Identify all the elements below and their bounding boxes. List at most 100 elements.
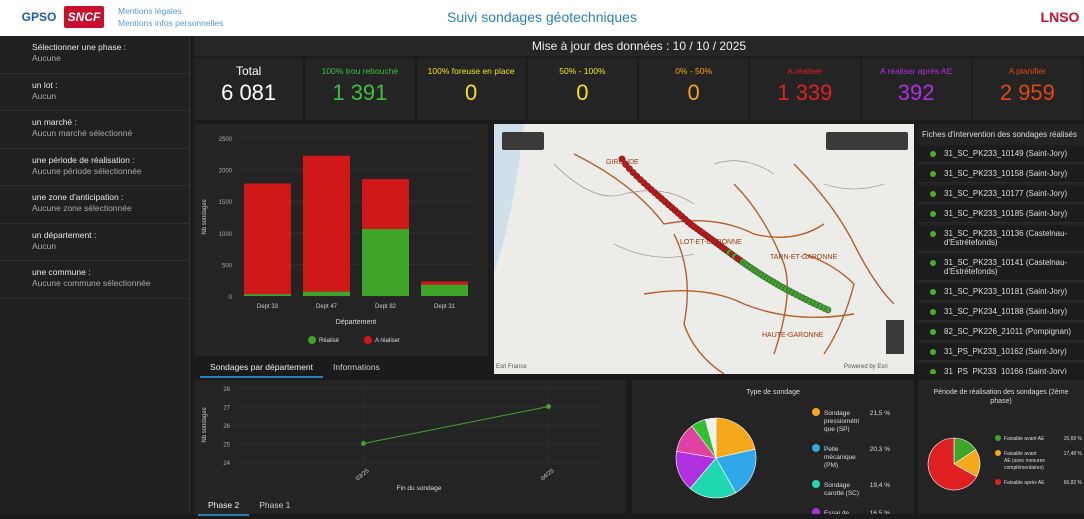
fiche-label: 31_PS_PK233_10162 (Saint-Jory) <box>944 347 1067 356</box>
legend-label: Faisable avant AE <box>1004 436 1045 442</box>
kpi-label: A réaliser <box>750 64 859 78</box>
fiche-item[interactable]: 31_SC_PK233_10141 (Castelnau-d'Estrétefo… <box>918 254 1084 281</box>
fiche-item[interactable]: 31_SC_PK233_10181 (Saint-Jory) <box>918 283 1084 301</box>
status-dot-icon <box>930 369 936 374</box>
bar-a-réaliser <box>421 281 468 284</box>
x-tick-label: Dept 47 <box>316 304 338 310</box>
tab-phase-1[interactable]: Phase 1 <box>249 496 300 516</box>
tab-informations[interactable]: Informations <box>323 358 390 378</box>
legend-value: 17,48 % <box>1064 451 1083 457</box>
kpi-value: 1 391 <box>305 80 414 106</box>
kpi-value: 1 339 <box>750 80 859 106</box>
filter-value[interactable]: Aucune zone sélectionnée <box>32 203 183 213</box>
legend-value: 19,4 % <box>870 482 890 489</box>
filter-value[interactable]: Aucune <box>32 53 183 63</box>
kpi-label: 50% - 100% <box>528 64 637 78</box>
filter-2[interactable]: un marché : Aucun marché sélectionné <box>0 111 189 149</box>
map-canvas[interactable]: GIRONDE LOT-ET-GARONNE TARN-ET-GARONNE H… <box>494 124 914 374</box>
update-banner: Mise à jour des données : 10 / 10 / 2025 <box>194 36 1084 56</box>
fiche-item[interactable]: 31_SC_PK233_10149 (Saint-Jory) <box>918 145 1084 163</box>
y-tick-label: 500 <box>222 263 233 269</box>
status-dot-icon <box>930 349 936 355</box>
filter-value[interactable]: Aucun <box>32 91 183 101</box>
filter-4[interactable]: une zone d'anticipation : Aucune zone sél… <box>0 186 189 224</box>
survey-point[interactable] <box>619 156 625 162</box>
fiche-label: 31_SC_PK234_10188 (Saint-Jory) <box>944 307 1067 316</box>
filter-value[interactable]: Aucun <box>32 241 183 251</box>
survey-point[interactable] <box>825 307 831 313</box>
filter-1[interactable]: un lot : Aucun <box>0 74 189 112</box>
status-dot-icon <box>930 260 936 266</box>
status-dot-icon <box>930 191 936 197</box>
kpi-label: 100% foreuse en place <box>417 64 526 78</box>
bar-réalisé <box>303 292 350 296</box>
filter-label: un département : <box>32 230 183 240</box>
filter-6[interactable]: une commune : Aucune commune sélectionnée <box>0 261 189 299</box>
kpi-value: 392 <box>862 80 971 106</box>
filter-3[interactable]: une période de réalisation : Aucune pério… <box>0 149 189 187</box>
fiche-item[interactable]: 31_SC_PK233_10136 (Castelnau-d'Estrétefo… <box>918 225 1084 252</box>
tab-sondages-departement[interactable]: Sondages par département <box>200 358 323 378</box>
legend-value: 15,69 % <box>1064 436 1083 442</box>
x-tick-label: Dept 82 <box>375 304 397 310</box>
filter-5[interactable]: un département : Aucun <box>0 224 189 262</box>
map-powered-by: Powered by Esri <box>844 364 888 370</box>
bar-réalisé <box>421 285 468 296</box>
fiche-label: 31_SC_PK233_10181 (Saint-Jory) <box>944 287 1067 296</box>
legend-swatch <box>812 480 820 488</box>
y-tick-label: 0 <box>229 295 233 301</box>
map-view[interactable]: GIRONDE LOT-ET-GARONNE TARN-ET-GARONNE H… <box>494 124 914 374</box>
fiche-item[interactable]: 31_PS_PK233_10162 (Saint-Jory) <box>918 343 1084 361</box>
filter-0[interactable]: Sélectionner une phase : Aucune <box>0 36 189 74</box>
kpi-label: A réaliser après AE <box>862 64 971 78</box>
legend-label: A réaliser <box>375 338 400 344</box>
legend-swatch <box>995 450 1001 456</box>
y-tick-label: 24 <box>223 461 230 467</box>
kpi-value: 0 <box>528 80 637 106</box>
fiche-item[interactable]: 82_SC_PK226_21011 (Pompignan) <box>918 323 1084 341</box>
y-tick-label: 25 <box>223 443 230 449</box>
y-tick-label: 28 <box>223 387 230 393</box>
fiche-item[interactable]: 31_SC_PK233_10158 (Saint-Jory) <box>918 165 1084 183</box>
filter-sidebar: Sélectionner une phase : Aucune un lot : Au… <box>0 36 190 514</box>
phase-tabs: Phase 2 Phase 1 <box>198 496 300 516</box>
status-dot-icon <box>930 151 936 157</box>
pie-periode-chart: Période de réalisation des sondages (2èm… <box>918 380 1084 514</box>
fiche-item[interactable]: 31_SC_PK234_10188 (Saint-Jory) <box>918 303 1084 321</box>
filter-label: un lot : <box>32 80 183 90</box>
filter-label: une période de réalisation : <box>32 155 183 165</box>
map-attribution: Esri France <box>496 364 527 370</box>
x-tick-label: Dept 33 <box>257 304 279 310</box>
kpi-card: 100% trou rebouché 1 391 <box>305 58 414 120</box>
y-axis-label: Nb sondages <box>202 407 208 442</box>
y-tick-label: 2000 <box>219 169 233 175</box>
fiche-label: 82_SC_PK226_21011 (Pompignan) <box>944 327 1071 336</box>
legend-label: AE (avec mesures <box>1004 458 1045 464</box>
filter-value[interactable]: Aucun marché sélectionné <box>32 128 183 138</box>
bar-tabs: Sondages par département Informations <box>200 358 488 378</box>
pie-periode-panel: Période de réalisation des sondages (2èm… <box>918 380 1084 514</box>
filter-value[interactable]: Aucune commune sélectionnée <box>32 278 183 288</box>
fiche-item[interactable]: 31_SC_PK233_10177 (Saint-Jory) <box>918 185 1084 203</box>
tab-phase-2[interactable]: Phase 2 <box>198 496 249 516</box>
fiche-label: 31_SC_PK233_10177 (Saint-Jory) <box>944 189 1067 198</box>
x-axis-label: Fin du sondage <box>397 485 442 492</box>
kpi-row: Total 6 081 100% trou rebouché 1 391 100% fo… <box>194 58 1084 120</box>
line-chart-panel: 24 25 26 27 28 03/25 04/25 Fin du sondage Nb son… <box>194 380 626 514</box>
filter-value[interactable]: Aucune période sélectionnée <box>32 166 183 176</box>
x-tick-label: 03/25 <box>355 468 371 483</box>
legend-label: Sondage <box>824 482 850 489</box>
map-basemap-button[interactable] <box>502 132 544 150</box>
fiche-item[interactable]: 31_PS_PK233_10166 (Saint-Jory) <box>918 363 1084 374</box>
pie-title: Type de sondage <box>746 389 800 396</box>
zoom-control[interactable] <box>886 320 904 354</box>
legend-label: complémentaires) <box>1004 465 1044 471</box>
fiche-item[interactable]: 31_SC_PK233_10185 (Saint-Jory) <box>918 205 1084 223</box>
map-toolbar[interactable] <box>826 132 908 150</box>
kpi-card: A planifier 2 959 <box>973 58 1082 120</box>
kpi-card: 50% - 100% 0 <box>528 58 637 120</box>
kpi-card: A réaliser 1 339 <box>750 58 859 120</box>
pie-title: phase) <box>990 398 1011 405</box>
status-dot-icon <box>930 329 936 335</box>
bar-chart: 05001000150020002500Nb sondagesDept 33 De… <box>194 124 488 356</box>
